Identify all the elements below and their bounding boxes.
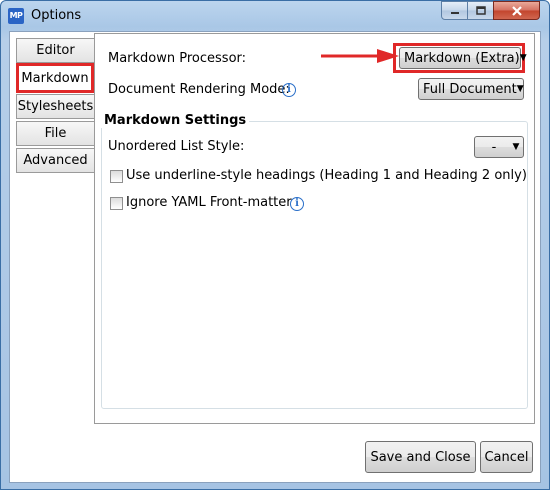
markdown-processor-dropdown[interactable]: Markdown (Extra) ▼ — [399, 47, 527, 69]
save-and-close-button[interactable]: Save and Close — [365, 441, 476, 473]
rendering-mode-value: Full Document — [423, 81, 517, 97]
underline-headings-label[interactable]: Use underline-style headings (Heading 1 … — [126, 168, 527, 183]
close-icon — [511, 5, 522, 16]
ignore-yaml-checkbox[interactable] — [110, 197, 123, 210]
maximize-button[interactable] — [467, 1, 494, 20]
minimize-icon — [450, 11, 459, 14]
unordered-list-style-label: Unordered List Style: — [108, 139, 245, 154]
markdown-processor-label: Markdown Processor: — [108, 51, 247, 66]
rendering-mode-dropdown[interactable]: Full Document ▼ — [418, 78, 524, 100]
dialog-client-area: Editor Markdown Stylesheets File Advance… — [9, 31, 541, 483]
rendering-mode-label: Document Rendering Mode: — [108, 82, 290, 97]
info-icon[interactable]: i — [282, 83, 296, 97]
info-icon[interactable]: i — [290, 197, 304, 211]
dropdown-arrow-icon: ▼ — [519, 53, 527, 63]
cancel-button[interactable]: Cancel — [480, 441, 533, 473]
dropdown-arrow-icon: ▼ — [516, 84, 524, 94]
minimize-button[interactable] — [441, 1, 468, 20]
markdown-settings-panel: Markdown Processor: Markdown (Extra) ▼ D… — [94, 33, 535, 424]
tab-stylesheets[interactable]: Stylesheets — [16, 94, 94, 119]
unordered-list-style-value: - — [491, 139, 497, 155]
tab-file[interactable]: File — [16, 121, 94, 146]
maximize-icon — [475, 6, 486, 15]
ignore-yaml-label[interactable]: Ignore YAML Front-matter — [126, 195, 292, 210]
tab-editor[interactable]: Editor — [16, 38, 94, 63]
title-bar[interactable]: MP Options — [1, 1, 549, 31]
window-title: Options — [31, 8, 82, 23]
markdown-settings-title: Markdown Settings — [101, 113, 250, 128]
markdown-processor-value: Markdown (Extra) — [404, 50, 520, 66]
tab-markdown[interactable]: Markdown — [16, 63, 94, 93]
dropdown-arrow-icon: ▼ — [512, 142, 520, 152]
underline-headings-checkbox[interactable] — [110, 170, 123, 183]
markdown-settings-group — [101, 121, 528, 409]
options-window: MP Options Editor Markdown Stylesheets F… — [0, 0, 550, 490]
unordered-list-style-dropdown[interactable]: - ▼ — [474, 136, 524, 158]
close-button[interactable] — [493, 1, 540, 20]
red-arrow-annotation — [321, 49, 399, 63]
app-icon: MP — [8, 8, 24, 24]
tab-advanced[interactable]: Advanced — [16, 148, 94, 173]
